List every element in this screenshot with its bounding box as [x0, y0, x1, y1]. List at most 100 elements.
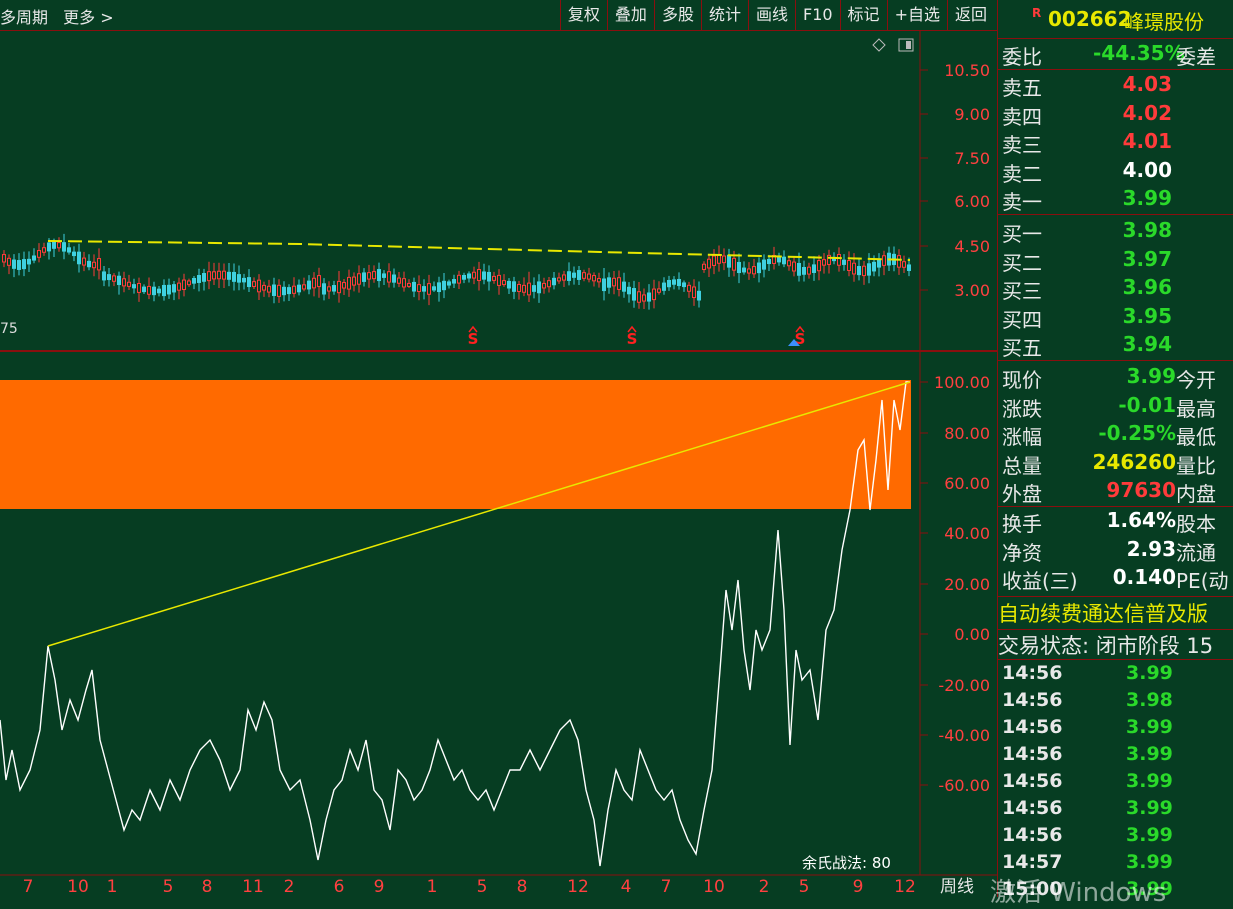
- fundamental-stat-tail-label: 股本: [1176, 512, 1216, 536]
- sub-y-tick-label: -20.00: [938, 676, 990, 695]
- candle-body: [722, 255, 726, 264]
- buy-level-label: 买四: [1002, 307, 1042, 332]
- candle-body: [2, 254, 6, 263]
- indicator-band: [0, 380, 911, 509]
- candle-body: [92, 261, 96, 269]
- quote-stat: 涨跌 -0.01 最高: [998, 393, 1233, 421]
- candle-body: [817, 260, 821, 272]
- trade-row: 14:56 3.99: [998, 716, 1233, 743]
- statistics-button[interactable]: 统计: [700, 0, 748, 30]
- fundamental-stat: 换手 1.64% 股本: [998, 508, 1233, 536]
- candle-body: [647, 292, 651, 302]
- windows-activation-watermark: 激活 Windows: [990, 878, 1167, 908]
- candle-body: [847, 260, 851, 271]
- quote-stat: 现价 3.99 今开: [998, 364, 1233, 392]
- main-y-tick-label: 3.00: [954, 281, 990, 300]
- trade-price: 3.99: [1126, 662, 1173, 684]
- indicator-label: 余氏战法: 80: [802, 854, 891, 872]
- candle-body: [522, 284, 526, 293]
- candle-body: [662, 282, 666, 291]
- candle-body: [802, 266, 806, 275]
- candle-body: [757, 262, 761, 274]
- candle-body: [527, 282, 531, 296]
- main-y-tick-label: 9.00: [954, 105, 990, 124]
- candle-body: [277, 284, 281, 297]
- candle-body: [827, 254, 831, 265]
- moving-average-line: [47, 240, 911, 261]
- candle-body: [197, 275, 201, 283]
- multi-period-button[interactable]: 多周期: [0, 8, 48, 27]
- x-tick-label: 2: [284, 877, 295, 897]
- trade-price: 3.99: [1126, 743, 1173, 765]
- candle-body: [177, 282, 181, 291]
- more-button[interactable]: 更多 >: [63, 8, 114, 27]
- candle-body: [82, 257, 86, 266]
- buy-level-label: 买三: [1002, 279, 1042, 303]
- candle-body: [257, 279, 261, 293]
- candle-body: [167, 284, 171, 295]
- main-y-axis: 10.50 9.00 7.50 6.00 4.50 3.00: [920, 61, 990, 300]
- candle-body: [402, 278, 406, 288]
- candle-body: [292, 285, 296, 294]
- restore-rights-button[interactable]: 复权: [559, 0, 607, 30]
- candle-body: [547, 280, 551, 288]
- svg-text:S: S: [627, 330, 638, 348]
- f10-button[interactable]: F10: [794, 0, 840, 30]
- quote-stat-tail-label: 今开: [1176, 368, 1216, 392]
- candle-body: [492, 275, 496, 281]
- candle-body: [172, 284, 176, 293]
- candle-body: [557, 277, 561, 282]
- window-icon[interactable]: [898, 38, 914, 52]
- candle-body: [792, 261, 796, 272]
- fundamental-stat-value: 0.140: [1112, 565, 1176, 589]
- candle-body: [12, 259, 16, 269]
- candle-body: [7, 257, 11, 266]
- stock-name: 峰璟股份: [1124, 10, 1204, 34]
- draw-line-button[interactable]: 画线: [747, 0, 795, 30]
- subscription-notice[interactable]: 自动续费通达信普及版: [998, 598, 1233, 628]
- candle-body: [517, 283, 521, 292]
- candle-body: [62, 242, 66, 252]
- candle-body: [852, 262, 856, 275]
- main-y-tick-label: 6.00: [954, 192, 990, 211]
- candle-body: [682, 282, 686, 288]
- trade-time: 14:56: [1002, 662, 1063, 684]
- multi-stock-button[interactable]: 多股: [653, 0, 701, 30]
- trade-time: 14:56: [1002, 689, 1063, 711]
- candle-body: [472, 271, 476, 279]
- quote-stat: 涨幅 -0.25% 最低: [998, 421, 1233, 449]
- add-watchlist-button[interactable]: +自选: [886, 0, 947, 30]
- candle-body: [202, 273, 206, 282]
- candle-body: [272, 284, 276, 296]
- candle-body: [432, 286, 436, 291]
- buy-level: 买五 3.94: [998, 332, 1233, 360]
- candle-body: [392, 274, 396, 283]
- mark-button[interactable]: 标记: [839, 0, 887, 30]
- x-tick-label: 10: [703, 877, 725, 897]
- candle-body: [122, 278, 126, 287]
- buy-level-value: 3.96: [1122, 275, 1172, 299]
- candle-body: [807, 266, 811, 275]
- x-tick-label: 7: [23, 877, 34, 897]
- candle-body: [47, 242, 51, 252]
- candle-body: [32, 255, 36, 261]
- kline-chart[interactable]: 10.509.007.506.004.503.00 100.0080.0060.…: [0, 30, 997, 897]
- x-tick-label: 10: [67, 877, 89, 897]
- trade-time: 14:56: [1002, 743, 1063, 765]
- quote-stat-value: 97630: [1106, 478, 1176, 502]
- candle-body: [282, 286, 286, 296]
- overlay-button[interactable]: 叠加: [606, 0, 654, 30]
- sell-level: 卖四 4.02: [998, 101, 1233, 129]
- sell-level-label: 卖三: [1002, 133, 1042, 157]
- candle-body: [782, 256, 786, 265]
- diamond-icon[interactable]: [872, 38, 886, 52]
- x-tick-label: 1: [107, 877, 118, 897]
- candle-body: [812, 264, 816, 273]
- candle-body: [787, 260, 791, 267]
- candle-body: [512, 281, 516, 292]
- x-tick-label: 9: [853, 877, 864, 897]
- candle-body: [537, 281, 541, 294]
- back-button[interactable]: 返回: [946, 0, 994, 30]
- buy-level-value: 3.97: [1122, 246, 1172, 271]
- candle-body: [247, 277, 251, 288]
